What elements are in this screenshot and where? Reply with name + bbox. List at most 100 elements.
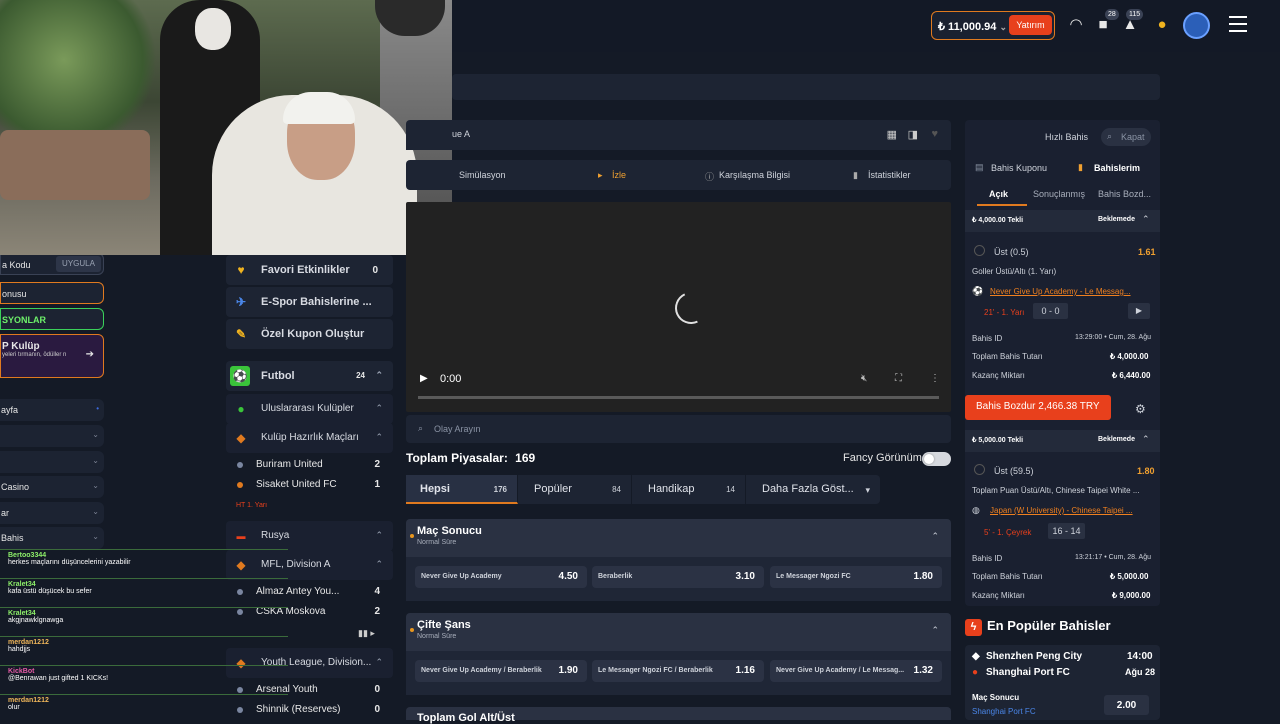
basketball-icon: ◍ <box>972 505 980 515</box>
chat-icon[interactable]: ● <box>1153 16 1171 34</box>
vip-club-card[interactable]: P Kulüp yeleri tırmanın, ödüller n ➔ <box>0 334 104 378</box>
tab-my-bets[interactable]: Bahislerim <box>1094 163 1140 173</box>
quick-bet-toggle[interactable]: ⌕ Kapat <box>1101 128 1151 146</box>
bet-header[interactable]: ₺ 4,000.00 Tekli Beklemede ⌃ <box>965 210 1160 232</box>
apply-button[interactable]: UYGULA <box>56 256 101 272</box>
total-markets: Toplam Piyasalar: 169 <box>406 451 535 465</box>
favorites-count: 0 <box>372 265 378 276</box>
team-name: Buriram United <box>256 459 323 470</box>
odds-button[interactable]: Never Give Up Academy / Beraberlik 1.90 <box>415 660 587 682</box>
win-label: Kazanç Miktarı <box>972 371 1025 380</box>
sport-football[interactable]: ⚽ Futbol 24 ⌃ <box>226 361 393 391</box>
balance-value: ₺ 11,000.94 <box>938 21 997 33</box>
popular-bet-card[interactable]: ◆ Shenzhen Peng City 14:00 ● Shanghai Po… <box>965 645 1160 720</box>
left-item-bahis[interactable]: Bahis ⌄ <box>0 527 104 549</box>
intl-clubs-row[interactable]: ● Uluslararası Kulüpler ⌃ <box>226 394 393 424</box>
grid-view-icon[interactable]: ▦ <box>887 128 897 141</box>
video-time: 0:00 <box>440 373 462 385</box>
deposit-button[interactable]: Yatırım <box>1009 15 1052 35</box>
fancy-view-toggle[interactable] <box>922 452 951 466</box>
promo-code-label: a Kodu <box>2 260 31 270</box>
win-value: ₺ 9,000.00 <box>1112 591 1151 600</box>
bet-event-link[interactable]: Never Give Up Academy - Le Messag... <box>990 287 1131 296</box>
odds-label: Beraberlik <box>598 573 633 580</box>
tab-watch[interactable]: İzle <box>612 170 626 180</box>
bet-event-link[interactable]: Japan (W University) - Chinese Taipei ..… <box>990 506 1133 515</box>
football-icon: ⚽ <box>972 286 984 296</box>
stats-icon[interactable]: ▮▮ ▸ <box>358 628 375 639</box>
play-icon: ▸ <box>598 170 603 180</box>
odds-button[interactable]: Never Give Up Academy / Le Messag... 1.32 <box>770 660 942 682</box>
esports-row[interactable]: ✈ E-Spor Bahislerine ... <box>226 287 393 317</box>
heart-icon[interactable]: ♥ <box>931 128 938 140</box>
promotions-row[interactable]: SYONLAR <box>0 308 104 330</box>
menu-icon[interactable] <box>1229 16 1247 32</box>
club-friendlies-row[interactable]: ◆ Kulüp Hazırlık Maçları ⌃ <box>226 423 393 453</box>
bet-id-label: Bahis ID <box>972 334 1003 343</box>
video-player[interactable]: ▶ 0:00 🔇︎ ⛶ ⋮ <box>406 202 951 412</box>
match-date: Ağu 28 <box>1125 667 1156 677</box>
pop-odds-button[interactable]: 2.00 <box>1104 695 1149 715</box>
tab-statistics[interactable]: İstatistikler <box>868 170 911 180</box>
filter-popular[interactable]: Popüler 84 <box>520 475 632 504</box>
event-search-input[interactable]: ⌕ Olay Arayın <box>406 415 951 443</box>
subtab-settled[interactable]: Sonuçlanmış <box>1033 189 1085 199</box>
filter-label: Daha Fazla Göst... <box>762 483 854 495</box>
custom-coupon-row[interactable]: ✎ Özel Kupon Oluştur <box>226 319 393 349</box>
layout-icon[interactable]: ◨ <box>908 128 918 141</box>
market-header[interactable]: Çifte Şans Normal Süre ⌃ <box>406 613 951 651</box>
bet-header[interactable]: ₺ 5,000.00 Tekli Beklemede ⌃ <box>965 430 1160 452</box>
video-progress[interactable] <box>418 396 939 399</box>
team-row[interactable]: Sisaket United FC 1 <box>226 475 393 495</box>
avatar[interactable] <box>1183 12 1210 39</box>
market-header[interactable]: Maç Sonucu Normal Süre ⌃ <box>406 519 951 557</box>
odds-button[interactable]: Never Give Up Academy 4.50 <box>415 566 587 588</box>
webcam-overlay <box>0 0 452 255</box>
odds-label: Never Give Up Academy / Beraberlik <box>421 667 542 674</box>
market-header[interactable]: Toplam Gol Alt/Üst <box>406 707 951 724</box>
search-icon: ⌕ <box>418 423 424 433</box>
heart-icon: ♥ <box>237 263 245 277</box>
filter-more[interactable]: Daha Fazla Göst... ▾ <box>748 475 880 504</box>
more-icon[interactable]: ⋮ <box>930 373 940 384</box>
gear-icon[interactable]: ⚙ <box>1135 402 1146 416</box>
filter-count: 84 <box>612 485 621 494</box>
russia-row[interactable]: ▬ Rusya ⌃ <box>226 521 393 551</box>
bonus-row[interactable]: onusu <box>0 282 104 304</box>
top-search-bar[interactable] <box>452 74 1160 100</box>
odds-button[interactable]: Beraberlik 3.10 <box>592 566 764 588</box>
football-count: 24 <box>356 371 365 380</box>
promo-code-row[interactable]: a Kodu UYGULA <box>0 253 104 275</box>
left-item-1[interactable]: ayfa • <box>0 399 104 421</box>
tab-bet-coupon[interactable]: Bahis Kuponu <box>991 163 1047 173</box>
subtab-cashout[interactable]: Bahis Bozd... <box>1098 189 1151 199</box>
chevron-down-icon: ⌄ <box>92 456 99 465</box>
diamond-icon: ◆ <box>236 431 246 445</box>
left-item-3[interactable]: ⌄ <box>0 451 104 473</box>
bet-score: 0 - 0 <box>1033 303 1068 319</box>
chevron-up-icon: ⌃ <box>1142 434 1150 444</box>
fullscreen-icon[interactable]: ⛶ <box>895 373 902 384</box>
filter-all[interactable]: Hepsi 176 <box>406 475 518 504</box>
left-item-2[interactable]: ⌄ <box>0 425 104 447</box>
arrow-right-icon: ➔ <box>85 349 94 360</box>
team-row[interactable]: Buriram United 2 <box>226 455 393 475</box>
tab-simulation[interactable]: Simülasyon <box>459 170 506 180</box>
tab-match-info[interactable]: Karşılaşma Bilgisi <box>719 170 790 180</box>
bet-status: Beklemede <box>1098 216 1135 223</box>
filter-handicap[interactable]: Handikap 14 <box>634 475 746 504</box>
favorites-row[interactable]: ♥ Favori Etkinlikler 0 <box>226 255 393 285</box>
chat-user: Kralet34 <box>8 581 36 588</box>
cashout-button[interactable]: Bahis Bozdur 2,466.38 TRY <box>965 395 1111 420</box>
play-button[interactable]: ▶ <box>420 373 428 384</box>
left-item-casino[interactable]: Casino ⌄ <box>0 476 104 498</box>
odds-button[interactable]: Le Messager Ngozi FC / Beraberlik 1.16 <box>592 660 764 682</box>
left-item-5[interactable]: ar ⌄ <box>0 502 104 524</box>
play-icon[interactable]: ▶ <box>1128 303 1150 319</box>
mute-icon[interactable]: 🔇︎ <box>861 373 867 384</box>
team-score: 2 <box>374 459 380 470</box>
headset-icon[interactable]: ◠ <box>1067 16 1085 34</box>
bet-odds: 1.80 <box>1137 466 1155 476</box>
subtab-open[interactable]: Açık <box>989 189 1008 199</box>
odds-button[interactable]: Le Messager Ngozi FC 1.80 <box>770 566 942 588</box>
